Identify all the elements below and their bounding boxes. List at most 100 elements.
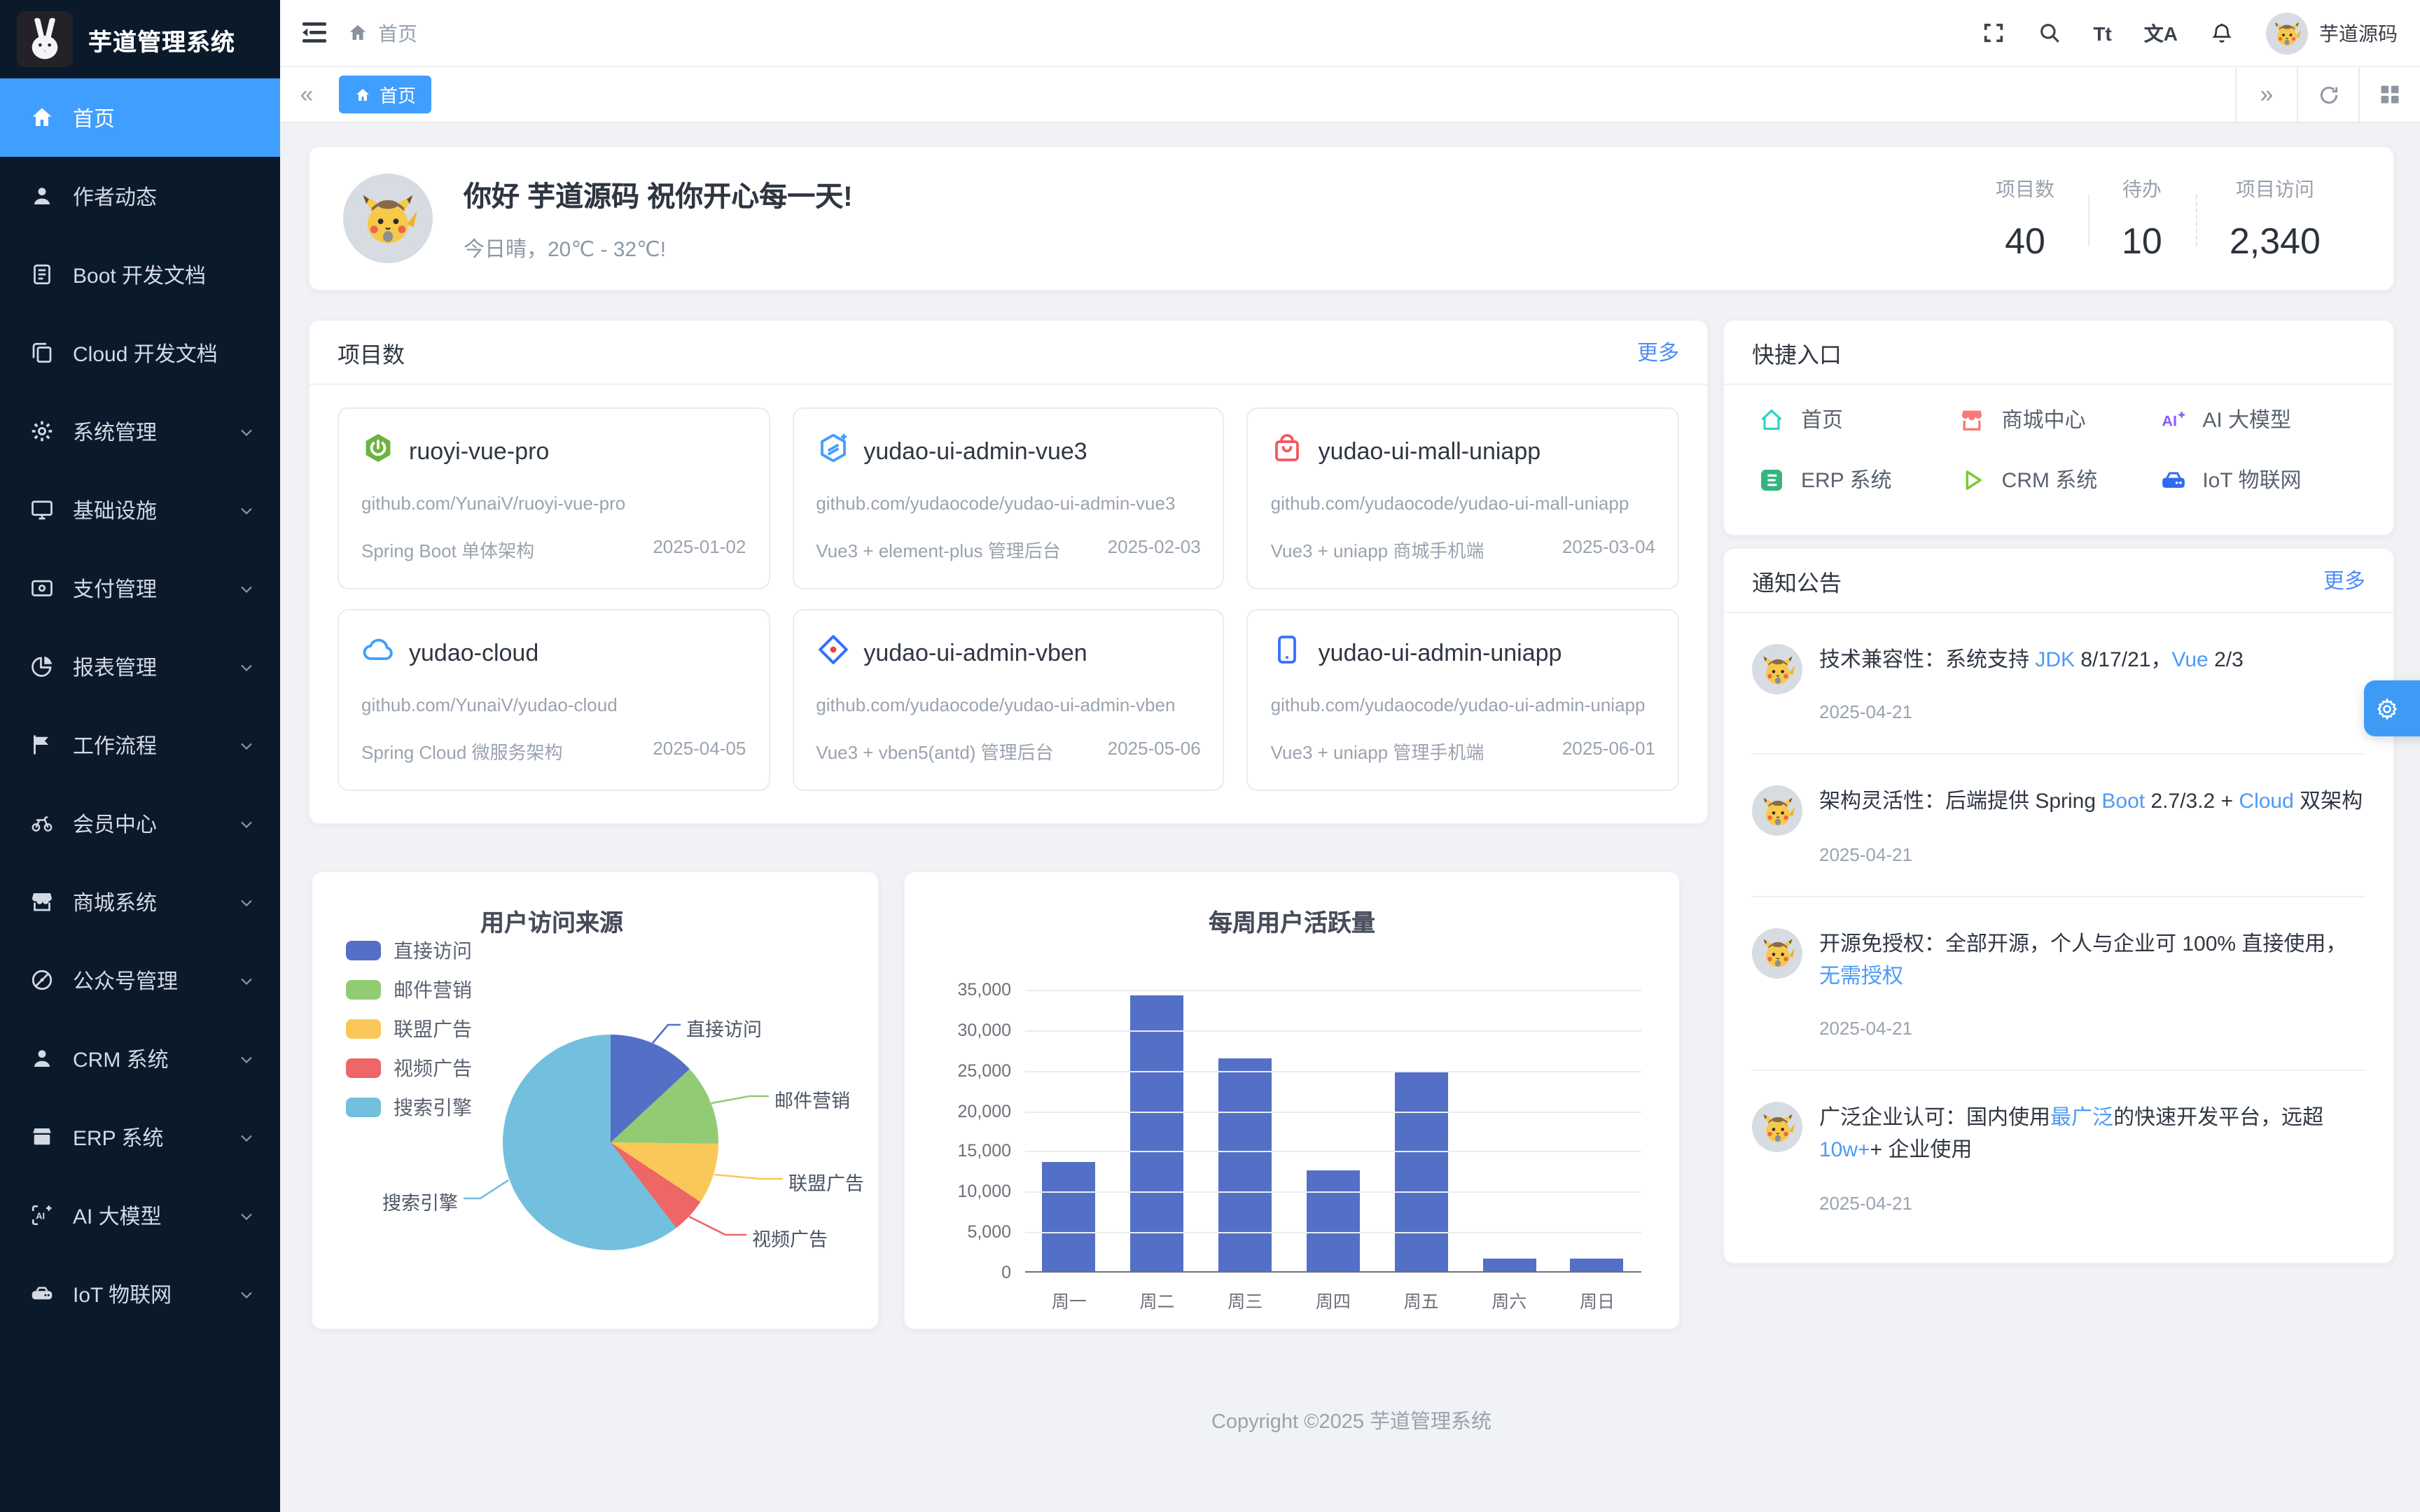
bar <box>1571 1259 1624 1271</box>
breadcrumb[interactable]: 首页 <box>347 19 417 47</box>
sidebar-item-6[interactable]: 支付管理 <box>0 549 280 627</box>
project-date: 2025-01-02 <box>653 536 746 563</box>
project-card-yudao-ui-admin-vue3[interactable]: yudao-ui-admin-vue3github.com/yudaocode/… <box>792 407 1224 589</box>
quick-entry-CRM 系统[interactable]: CRM 系统 <box>1959 465 2160 494</box>
notification-bell-icon[interactable] <box>2210 20 2234 46</box>
sidebar-item-label: 公众号管理 <box>73 965 220 995</box>
quick-entry-商城中心[interactable]: 商城中心 <box>1959 405 2160 434</box>
sidebar-item-1[interactable]: 作者动态 <box>0 157 280 235</box>
sidebar-logo[interactable]: 芋道管理系统 <box>0 0 280 78</box>
sidebar-item-11[interactable]: 公众号管理 <box>0 941 280 1019</box>
notice-link[interactable]: Boot <box>2101 790 2145 814</box>
legend-item-搜索引擎[interactable]: 搜索引擎 <box>346 1093 472 1121</box>
sidebar-item-label: AI 大模型 <box>73 1200 220 1230</box>
layout-grid-icon[interactable] <box>2358 66 2420 122</box>
pie-chart <box>503 1035 718 1250</box>
project-desc: Vue3 + uniapp 管理手机端 <box>1271 738 1484 764</box>
chevron-down-icon <box>238 1207 255 1224</box>
bar-chart-plot <box>1025 990 1641 1273</box>
chevron-down-icon <box>238 736 255 753</box>
sidebar-item-label: 系统管理 <box>73 416 220 446</box>
project-card-yudao-ui-admin-uniapp[interactable]: yudao-ui-admin-uniappgithub.com/yudaocod… <box>1247 609 1679 791</box>
sidebar-item-label: ERP 系统 <box>73 1122 220 1152</box>
notice-link[interactable]: 最广泛 <box>2050 1106 2113 1130</box>
legend-item-直接访问[interactable]: 直接访问 <box>346 937 472 965</box>
breadcrumb-home-label: 首页 <box>378 19 417 47</box>
sidebar-item-14[interactable]: AIAI 大模型 <box>0 1176 280 1254</box>
sidebar-item-10[interactable]: 商城系统 <box>0 862 280 941</box>
search-icon[interactable] <box>2037 21 2061 45</box>
sidebar-item-label: 作者动态 <box>73 181 255 211</box>
project-card-yudao-ui-mall-uniapp[interactable]: yudao-ui-mall-uniappgithub.com/yudaocode… <box>1247 407 1679 589</box>
sidebar-item-9[interactable]: 会员中心 <box>0 784 280 862</box>
page-content: 你好 芋道源码 祝你开心每一天! 今日晴，20℃ - 32℃! 项目数 40 待… <box>280 123 2420 1512</box>
font-size-icon[interactable]: Tt <box>2093 22 2111 44</box>
home-icon <box>354 86 371 103</box>
notices-panel: 通知公告 更多 技术兼容性：系统支持 JDK 8/17/21，Vue 2/320… <box>1723 547 2395 1264</box>
notice-link[interactable]: 无需授权 <box>1819 965 1903 988</box>
notices-more-link[interactable]: 更多 <box>2323 566 2365 595</box>
projects-grid: ruoyi-vue-progithub.com/YunaiV/ruoyi-vue… <box>310 385 1707 813</box>
notice-item-2[interactable]: 开源免授权：全部开源，个人与企业可 100% 直接使用，无需授权2025-04-… <box>1752 897 2365 1071</box>
fullscreen-icon[interactable] <box>1981 21 2005 45</box>
project-card-ruoyi-vue-pro[interactable]: ruoyi-vue-progithub.com/YunaiV/ruoyi-vue… <box>338 407 770 589</box>
sidebar-menu: 首页作者动态 Boot 开发文档Cloud 开发文档系统管理基础设施支付管理报表管… <box>0 78 280 1333</box>
legend-item-联盟广告[interactable]: 联盟广告 <box>346 1015 472 1043</box>
member-icon <box>29 811 55 836</box>
chevron-down-icon <box>238 1050 255 1067</box>
sidebar-item-4[interactable]: 系统管理 <box>0 392 280 470</box>
x-axis-tick: 周二 <box>1140 1287 1175 1313</box>
project-desc: Spring Cloud 微服务架构 <box>361 738 563 764</box>
svg-text:AI: AI <box>2162 411 2177 428</box>
tab-home[interactable]: 首页 <box>339 76 431 113</box>
sidebar-item-7[interactable]: 报表管理 <box>0 627 280 706</box>
project-card-yudao-cloud[interactable]: yudao-cloudgithub.com/YunaiV/yudao-cloud… <box>338 609 770 791</box>
project-desc: Spring Boot 单体架构 <box>361 536 534 563</box>
collapse-sidebar-icon[interactable] <box>302 22 326 43</box>
notice-link[interactable]: 10w+ <box>1819 1139 1870 1163</box>
notice-item-3[interactable]: 广泛企业认可：国内使用最广泛的快速开发平台，远超 10w++ 企业使用2025-… <box>1752 1071 2365 1244</box>
pie-chart-title: 用户访问来源 <box>480 903 623 938</box>
sidebar-item-15[interactable]: IoT 物联网 <box>0 1254 280 1333</box>
spring-icon <box>361 431 395 472</box>
y-axis-tick: 10,000 <box>910 1182 1011 1202</box>
quick-entry-AI 大模型[interactable]: AIAI 大模型 <box>2159 405 2360 434</box>
user-menu[interactable]: 芋道源码 <box>2266 12 2398 54</box>
sidebar-item-2[interactable]: Boot 开发文档 <box>0 235 280 314</box>
sidebar: 芋道管理系统 首页作者动态 Boot 开发文档Cloud 开发文档系统管理基础设施… <box>0 0 280 1512</box>
quick-entry-ERP 系统[interactable]: ERP 系统 <box>1758 465 1959 494</box>
notice-item-1[interactable]: 架构灵活性：后端提供 Spring Boot 2.7/3.2 + Cloud 双… <box>1752 755 2365 897</box>
quick-entry-IoT 物联网[interactable]: IoT 物联网 <box>2159 465 2360 494</box>
notice-link[interactable]: JDK <box>2035 648 2075 672</box>
project-name: yudao-ui-mall-uniapp <box>1319 438 1541 465</box>
sidebar-item-8[interactable]: 工作流程 <box>0 706 280 784</box>
legend-swatch <box>346 941 381 960</box>
sidebar-item-0[interactable]: 首页 <box>0 78 280 157</box>
main-area: 首页 Tt 文A <box>280 0 2420 1512</box>
tabs-scroll-right-icon[interactable]: » <box>2235 66 2297 122</box>
projects-more-link[interactable]: 更多 <box>1637 337 1679 367</box>
legend-item-邮件营销[interactable]: 邮件营销 <box>346 976 472 1004</box>
tabs-scroll-left-icon[interactable]: « <box>280 80 333 108</box>
sidebar-item-13[interactable]: ERP 系统 <box>0 1098 280 1176</box>
legend-item-视频广告[interactable]: 视频广告 <box>346 1054 472 1082</box>
notice-link[interactable]: Vue <box>2171 648 2208 672</box>
project-date: 2025-06-01 <box>1562 738 1655 764</box>
home-icon <box>29 105 55 130</box>
language-icon[interactable]: 文A <box>2144 19 2178 47</box>
legend-label: 邮件营销 <box>394 976 472 1004</box>
notice-item-0[interactable]: 技术兼容性：系统支持 JDK 8/17/21，Vue 2/32025-04-21 <box>1752 613 2365 755</box>
refresh-icon[interactable] <box>2297 66 2358 122</box>
sidebar-item-5[interactable]: 基础设施 <box>0 470 280 549</box>
settings-fab[interactable] <box>2364 680 2420 736</box>
sidebar-item-12[interactable]: CRM 系统 <box>0 1019 280 1098</box>
notice-link[interactable]: Cloud <box>2239 790 2293 814</box>
quick-entry-title: 快捷入口 <box>1752 335 1842 369</box>
workflow-icon <box>29 732 55 757</box>
sidebar-item-3[interactable]: Cloud 开发文档 <box>0 314 280 392</box>
gear-icon <box>2375 696 2399 720</box>
project-date: 2025-05-06 <box>1108 738 1201 764</box>
y-axis-tick: 15,000 <box>910 1142 1011 1161</box>
project-card-yudao-ui-admin-vben[interactable]: yudao-ui-admin-vbengithub.com/yudaocode/… <box>792 609 1224 791</box>
quick-entry-首页[interactable]: 首页 <box>1758 405 1959 434</box>
